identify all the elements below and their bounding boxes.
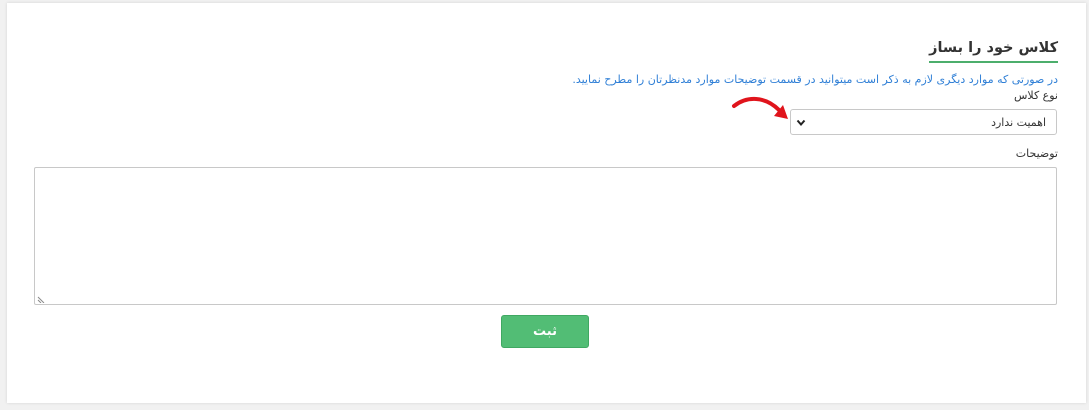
chevron-down-icon: [796, 119, 806, 127]
description-label: توضیحات: [1015, 147, 1058, 160]
form-title: کلاس خود را بساز: [929, 40, 1058, 63]
form-hint: در صورتی که موارد دیگری لازم به ذکر است …: [572, 73, 1058, 86]
submit-button[interactable]: ثبت: [501, 315, 589, 348]
class-type-select[interactable]: اهمیت ندارد: [790, 109, 1057, 135]
red-curved-arrow-icon: [732, 97, 788, 119]
description-textarea[interactable]: [34, 167, 1057, 305]
class-type-selected-value: اهمیت ندارد: [991, 116, 1046, 129]
class-type-label: نوع کلاس: [1013, 89, 1058, 102]
resize-handle-icon[interactable]: [37, 294, 46, 303]
form-card: کلاس خود را بساز در صورتی که موارد دیگری…: [7, 3, 1086, 403]
